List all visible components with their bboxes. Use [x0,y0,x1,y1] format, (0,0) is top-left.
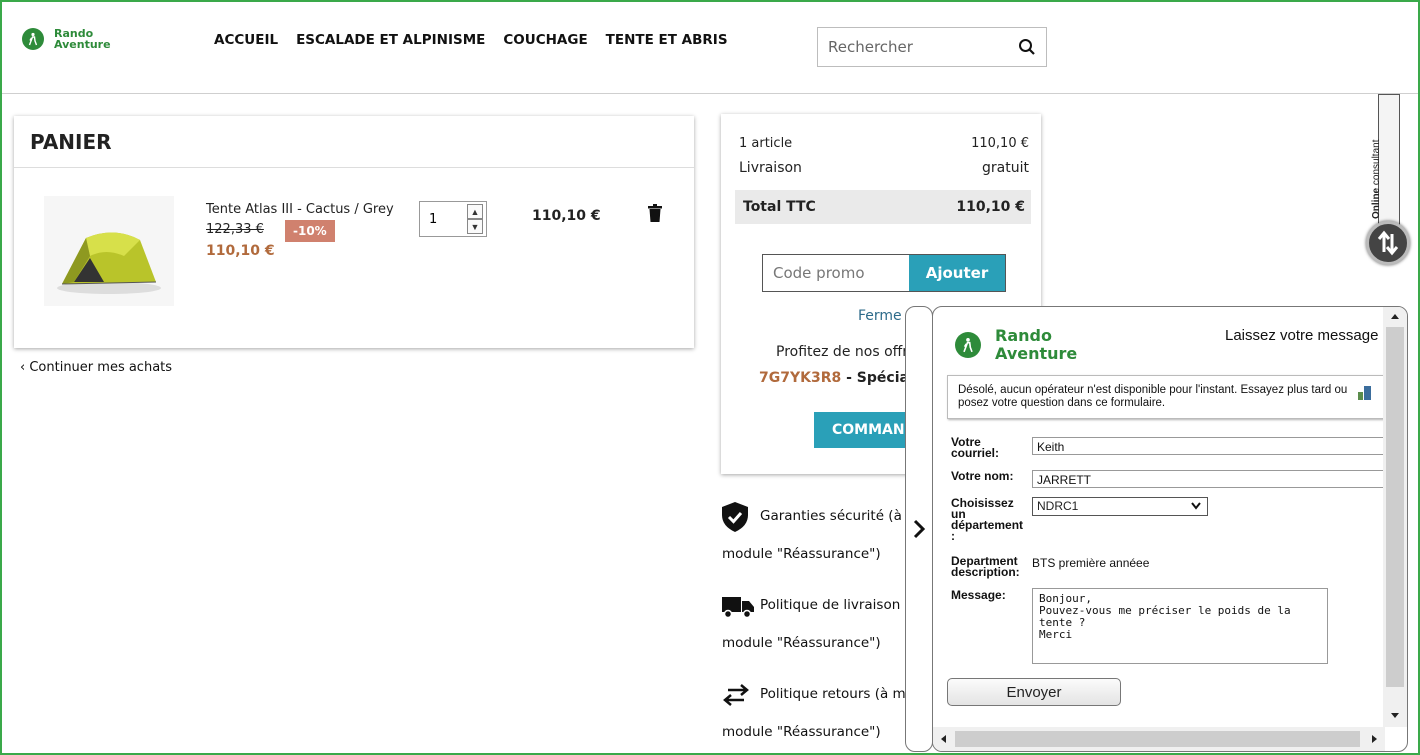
online-consultant-tab[interactable]: Online consultant [1371,94,1400,226]
chevron-right-icon [913,519,926,539]
scroll-down-icon [1391,713,1399,718]
reassurance-delivery-title: Politique de livraison ( [760,597,910,613]
unavailable-notice: Désolé, aucun opérateur n'est disponible… [947,375,1385,419]
department-description: BTS première annéee [1032,556,1150,570]
phone-icon [1358,386,1371,400]
nav-accueil[interactable]: ACCUEIL [214,32,278,48]
scroll-right-icon [1372,735,1377,743]
promo-form: Ajouter [762,254,1006,292]
quantity-down-button[interactable]: ▼ [467,219,483,234]
department-select[interactable]: NDRC1 [1032,497,1208,516]
department-description-label: Department description: [951,554,1020,579]
exchange-arrows-icon [723,684,749,706]
continue-label: Continuer mes achats [29,360,173,375]
email-label: Votre courriel: [951,435,1000,460]
vertical-scrollbar[interactable] [1383,307,1407,727]
chat-logo: Rando Aventure [955,327,1077,363]
add-promo-button[interactable]: Ajouter [909,255,1005,291]
chat-toggle-button[interactable] [1366,221,1410,265]
site-logo[interactable]: Rando Aventure [22,28,111,50]
vertical-scroll-thumb[interactable] [1386,327,1404,687]
nav-escalade-alpinisme[interactable]: ESCALADE ET ALPINISME [296,32,485,48]
main-nav: ACCUEIL ESCALADE ET ALPINISME COUCHAGE T… [214,32,728,48]
reassurance-returns-sub: module "Réassurance") [722,724,881,740]
nav-tente-abris[interactable]: TENTE ET ABRIS [606,32,728,48]
items-row: 1 article 110,10 € [739,136,1029,151]
discount-badge: -10% [285,220,335,242]
horizontal-scrollbar[interactable] [933,727,1385,751]
close-promo-link[interactable]: Ferme [858,308,902,324]
promo-code-line: 7G7YK3R8 - Spécial r [759,370,926,386]
name-label: Votre nom: [951,469,1014,483]
product-name[interactable]: Tente Atlas III - Cactus / Grey [206,202,394,217]
brand-name: Rando Aventure [54,28,111,50]
horizontal-scroll-thumb[interactable] [955,731,1360,747]
reassurance-security-sub: module "Réassurance") [722,546,881,562]
line-total: 110,10 € [532,208,601,224]
cart-panel: PANIER Tente Atlas III - Cactus / Grey 1… [14,116,694,348]
brand-line2: Aventure [54,38,111,51]
online-consultant-rest: consultant [1371,139,1382,188]
chat-brand-line2: Aventure [995,344,1078,363]
trash-icon[interactable] [648,204,662,222]
chevron-down-icon [1191,502,1201,510]
total-value: 110,10 € [956,199,1025,215]
truck-icon [722,597,754,619]
promo-code: 7G7YK3R8 [759,370,842,386]
message-textarea[interactable]: Bonjour, Pouvez-vous me préciser le poid… [1032,588,1328,664]
quantity-stepper: ▲ ▼ [419,201,487,237]
continue-shopping-link[interactable]: ‹ Continuer mes achats [20,360,172,375]
name-field[interactable]: JARRETT [1032,470,1385,488]
online-consultant-label: Online consultant [1371,140,1382,220]
hiker-logo-icon [955,332,981,358]
scroll-up-icon [1391,314,1399,319]
items-value: 110,10 € [971,136,1029,151]
send-button[interactable]: Envoyer [947,678,1121,706]
quantity-input[interactable] [421,203,465,235]
shipping-row: Livraison gratuit [739,160,1029,176]
reassurance-returns-title: Politique retours (à mo [760,686,914,702]
shipping-value: gratuit [982,160,1029,176]
search-icon[interactable] [1018,38,1036,56]
items-label: 1 article [739,136,793,151]
total-row: Total TTC 110,10 € [735,190,1031,224]
hiker-logo-icon [22,28,44,50]
shipping-label: Livraison [739,160,802,176]
nav-couchage[interactable]: COUCHAGE [503,32,587,48]
shield-check-icon [722,502,748,532]
quantity-up-button[interactable]: ▲ [467,204,483,219]
up-down-arrows-icon [1377,230,1399,256]
online-consultant-bold: Online [1371,187,1382,219]
chat-header: Laissez votre message [1225,327,1379,344]
chat-collapse-tab[interactable] [905,306,933,752]
total-label: Total TTC [743,199,816,215]
product-image[interactable] [44,196,174,306]
message-label: Message: [951,588,1006,602]
chat-window: Rando Aventure Laissez votre message Dés… [932,306,1408,752]
offers-text: Profitez de nos offre [776,344,917,360]
email-field[interactable]: Keith [1032,437,1385,455]
search-input[interactable] [818,28,1008,66]
scroll-left-icon [941,735,946,743]
search-box [817,27,1047,67]
department-label: Choisissez un département : [951,496,1024,543]
cart-title: PANIER [14,116,694,168]
chat-brand-name: Rando Aventure [995,327,1077,363]
site-header: Rando Aventure ACCUEIL ESCALADE ET ALPIN… [2,2,1418,94]
department-value: NDRC1 [1037,499,1079,513]
promo-code-input[interactable] [763,255,909,291]
old-price: 122,33 € [206,222,264,237]
reassurance-delivery-sub: module "Réassurance") [722,635,881,651]
notice-text: Désolé, aucun opérateur n'est disponible… [958,384,1348,409]
product-price: 110,10 € [206,243,275,259]
chevron-left-icon: ‹ [20,360,30,375]
chat-brand-line1: Rando [995,326,1052,345]
reassurance-security-title: Garanties sécurité (à n [760,508,915,524]
